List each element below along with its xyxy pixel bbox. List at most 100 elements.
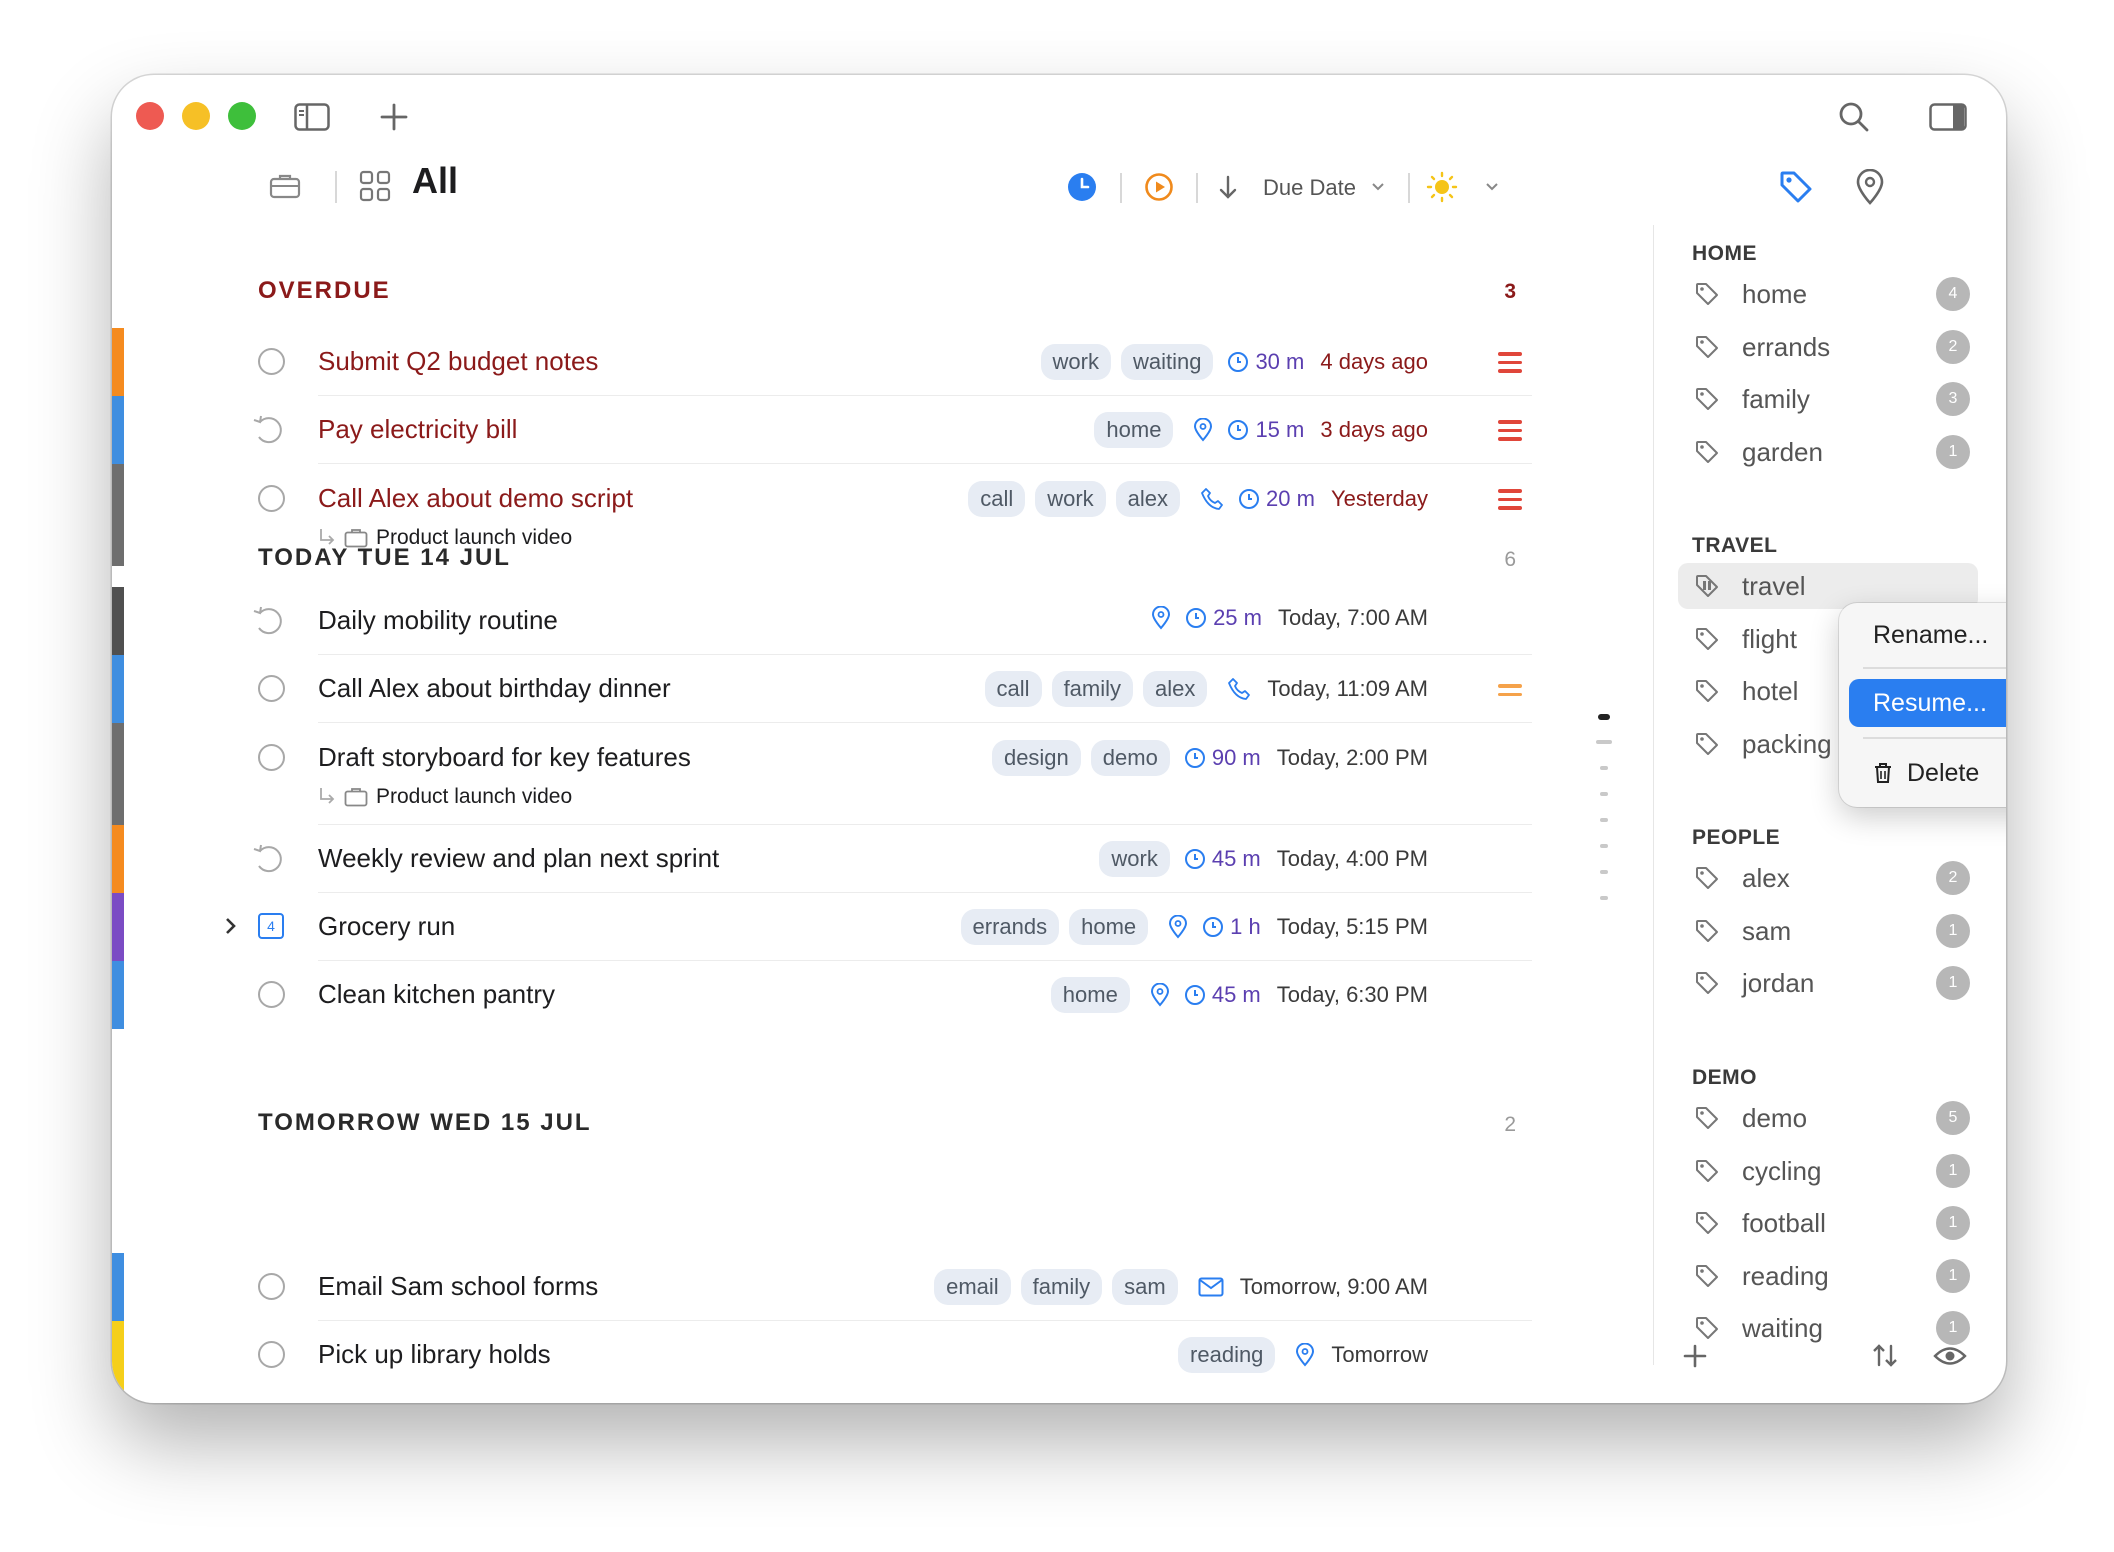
- task-meta: home 15 m 3 days ago: [1094, 412, 1428, 448]
- sidebar-tag-alex[interactable]: alex 2: [1678, 855, 1978, 901]
- tag-count-badge: 2: [1936, 329, 1970, 364]
- task-checkbox[interactable]: [258, 1341, 285, 1368]
- tag-view-icon[interactable]: [1776, 167, 1816, 207]
- task-row[interactable]: Draft storyboard for key features design…: [258, 723, 1532, 825]
- task-title: Weekly review and plan next sprint: [318, 843, 720, 873]
- tag-chip[interactable]: waiting: [1120, 344, 1214, 380]
- eye-icon[interactable]: [1932, 1341, 1968, 1371]
- sidebar-tag-label: reading: [1742, 1260, 1829, 1291]
- task-row[interactable]: Pay electricity bill home 15 m 3 days ag…: [253, 396, 1532, 464]
- play-filter-icon[interactable]: [1143, 171, 1175, 203]
- task-meta: work 45 m Today, 4:00 PM: [1099, 841, 1428, 877]
- sidebar-tag-home[interactable]: home 4: [1678, 271, 1978, 317]
- sun-icon[interactable]: [1426, 171, 1458, 203]
- tag-chip[interactable]: call: [984, 671, 1042, 707]
- tag-chip[interactable]: family: [1020, 1269, 1103, 1305]
- task-checkbox[interactable]: [258, 744, 285, 771]
- task-meta: call work alex 20 m Yesterday: [968, 481, 1428, 517]
- task-checkbox[interactable]: [258, 1273, 285, 1300]
- location-view-icon[interactable]: [1850, 167, 1890, 207]
- close-window-button[interactable]: [136, 102, 164, 130]
- tag-chip[interactable]: home: [1094, 412, 1174, 448]
- due-date: Tomorrow, 9:00 AM: [1239, 1274, 1428, 1299]
- zoom-window-button[interactable]: [228, 102, 256, 130]
- chevron-down-icon[interactable]: [1484, 179, 1500, 195]
- location-pin-icon: [1194, 418, 1213, 442]
- task-row[interactable]: Email Sam school forms email family sam …: [258, 1253, 1532, 1321]
- sidebar-tag-garden[interactable]: garden 1: [1678, 429, 1978, 475]
- sidebar-tag-label: garden: [1742, 436, 1823, 467]
- tag-icon: [1694, 678, 1720, 704]
- tag-chip[interactable]: family: [1051, 671, 1134, 707]
- task-row[interactable]: Submit Q2 budget notes work waiting 30 m…: [258, 328, 1532, 396]
- recurring-task-icon[interactable]: [252, 414, 286, 446]
- add-tag-icon[interactable]: [1680, 1341, 1710, 1371]
- section-scroll-indicator[interactable]: [1596, 714, 1612, 900]
- add-icon[interactable]: [374, 97, 414, 137]
- tag-chip[interactable]: sam: [1112, 1269, 1178, 1305]
- tag-chip[interactable]: work: [1035, 481, 1106, 517]
- tag-chip[interactable]: home: [1069, 909, 1149, 945]
- tag-icon: [1694, 1210, 1720, 1236]
- tag-chip[interactable]: design: [991, 740, 1081, 776]
- tag-chip[interactable]: reading: [1178, 1337, 1276, 1373]
- chevron-down-icon[interactable]: [1370, 179, 1386, 195]
- minimize-window-button[interactable]: [182, 102, 210, 130]
- clock-filter-icon[interactable]: [1066, 171, 1098, 203]
- sidebar-tag-jordan[interactable]: jordan 1: [1678, 960, 1978, 1006]
- chevron-right-icon[interactable]: [224, 917, 238, 935]
- timer-icon: [1184, 985, 1205, 1005]
- tag-chip[interactable]: demo: [1090, 740, 1170, 776]
- sort-icon[interactable]: [1868, 1339, 1902, 1373]
- due-date: Today, 2:00 PM: [1276, 745, 1428, 770]
- sidebar-tag-cycling[interactable]: cycling 1: [1678, 1148, 1978, 1194]
- resume-menu-item[interactable]: Resume...: [1849, 679, 2006, 727]
- sidebar-tag-label: home: [1742, 279, 1808, 309]
- recurring-task-icon[interactable]: [252, 843, 286, 875]
- sidebar-tag-reading[interactable]: reading 1: [1678, 1253, 1978, 1299]
- tag-count-badge: 1: [1936, 434, 1970, 469]
- sidebar-tag-demo[interactable]: demo 5: [1678, 1095, 1978, 1141]
- task-row[interactable]: Call Alex about birthday dinner call fam…: [258, 655, 1532, 723]
- sidebar-tag-family[interactable]: family 3: [1678, 376, 1978, 422]
- sidebar-tag-errands[interactable]: errands 2: [1678, 324, 1978, 370]
- tag-chip[interactable]: work: [1099, 841, 1170, 877]
- briefcase-icon[interactable]: [268, 171, 302, 201]
- tag-chip[interactable]: home: [1050, 977, 1130, 1013]
- project-color-bar: [112, 893, 124, 961]
- sidebar-toggle-icon[interactable]: [292, 97, 332, 137]
- grid-icon: [357, 168, 393, 204]
- tag-chip[interactable]: alex: [1143, 671, 1208, 707]
- task-row[interactable]: Daily mobility routine 25 m Today, 7:00 …: [253, 587, 1532, 655]
- tag-chip[interactable]: call: [968, 481, 1026, 517]
- sort-dropdown[interactable]: Due Date: [1263, 177, 1356, 199]
- checklist-box[interactable]: 4: [258, 913, 284, 939]
- timer-icon: [1228, 420, 1249, 440]
- sidebar-tag-label: cycling: [1742, 1155, 1822, 1186]
- inspector-toggle-icon[interactable]: [1926, 97, 1970, 137]
- sidebar-tag-sam[interactable]: sam 1: [1678, 908, 1978, 954]
- tag-chip[interactable]: work: [1040, 344, 1111, 380]
- task-row[interactable]: Weekly review and plan next sprint work …: [253, 825, 1532, 893]
- section-title-today: TODAY TUE 14 JUL: [258, 544, 511, 571]
- task-checkbox[interactable]: [258, 485, 285, 512]
- sort-direction-icon[interactable]: [1215, 173, 1241, 203]
- task-row[interactable]: Clean kitchen pantry home 45 m Today, 6:…: [258, 961, 1532, 1029]
- sidebar-tag-football[interactable]: football 1: [1678, 1200, 1978, 1246]
- tag-chip[interactable]: errands: [960, 909, 1060, 945]
- sidebar-divider: [1653, 225, 1654, 1365]
- search-icon[interactable]: [1834, 97, 1874, 137]
- timer-icon: [1228, 352, 1249, 372]
- recurring-task-icon[interactable]: [252, 605, 286, 637]
- tag-chip[interactable]: alex: [1115, 481, 1181, 517]
- sidebar-tag-label: flight: [1742, 623, 1797, 654]
- task-row[interactable]: Pick up library holds reading Tomorrow: [258, 1321, 1532, 1389]
- task-row[interactable]: 4 Grocery run errands home 1 h Today, 5:…: [226, 893, 1532, 961]
- rename-menu-item[interactable]: Rename...: [1849, 611, 2006, 659]
- task-checkbox[interactable]: [258, 348, 285, 375]
- tag-chip[interactable]: email: [934, 1269, 1011, 1305]
- tag-count-badge: 5: [1936, 1101, 1970, 1135]
- task-checkbox[interactable]: [258, 981, 285, 1008]
- delete-menu-item[interactable]: Delete: [1849, 749, 2006, 797]
- task-checkbox[interactable]: [258, 675, 285, 702]
